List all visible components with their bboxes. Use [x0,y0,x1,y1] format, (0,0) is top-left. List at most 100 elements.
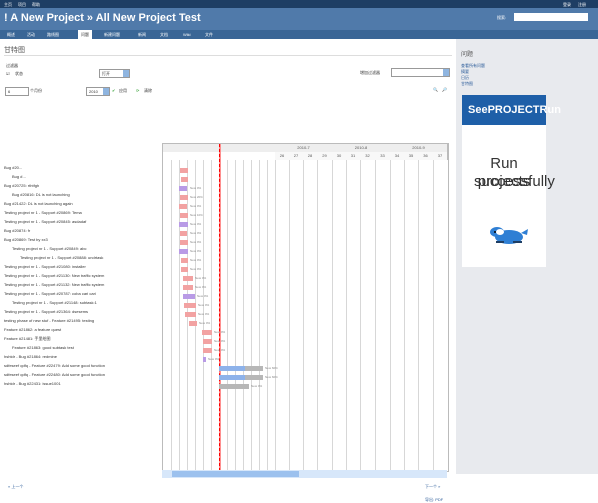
gantt-bar[interactable] [180,240,188,245]
gantt-bar[interactable] [181,267,188,272]
gantt-row[interactable]: Feature #21863: good subtask test [4,344,74,352]
gantt-bar[interactable] [185,312,196,317]
advertisement[interactable]: SeePROJECTRun Run projects successfully [462,95,561,267]
gantt-bar-remaining[interactable] [245,375,263,380]
tab-issues[interactable]: 问题 [78,30,92,39]
zoom-out-icon[interactable]: 🔎 [442,87,447,92]
gantt-row[interactable]: Feature #21481: 手里绘图 [4,335,50,343]
sidebar-link[interactable]: 甘特图 [461,81,473,87]
gantt-row[interactable]: testing phase of new stuf - Feature #214… [4,317,94,325]
gantt-row[interactable]: sdfeseef qdfq - Feature #22480: Add some… [4,371,105,379]
gantt-bar[interactable] [179,249,188,254]
day-header: 27 [289,152,304,160]
gantt-bar[interactable] [189,321,197,326]
prev-link[interactable]: « 上一个 [8,484,23,490]
export-pdf-link[interactable]: 导出: PDF [425,497,443,503]
tab-files[interactable]: 文件 [202,30,216,39]
months-label: 个月份 [30,88,42,93]
gantt-bar[interactable] [219,366,245,371]
gantt-bar[interactable] [203,357,206,362]
month-header: 2010-8 [332,144,391,152]
grid-line [171,160,172,471]
gantt-row[interactable]: Bug #20816: DL is not launching [4,191,70,199]
tab-overview[interactable]: 概述 [4,30,18,39]
months-input[interactable]: 6 [5,87,29,96]
apply-button[interactable]: 应用 [119,88,127,94]
gantt-bar[interactable] [179,186,187,191]
gantt-row[interactable]: sdfeseef qdfq - Feature #22479: Add some… [4,362,105,370]
status-checkbox[interactable]: ☑ [6,71,10,76]
gantt-row[interactable]: Testing project nr 1 - Support #21080: i… [4,263,86,271]
gantt-row[interactable]: Testing project nr 1 - Support #20787: c… [4,290,96,298]
gantt-row[interactable]: Bug #20874: fr [4,227,30,235]
gantt-bar[interactable] [180,168,188,173]
gantt-bar[interactable] [203,339,212,344]
grid-line [227,160,228,471]
bar-label: New 0% [190,258,202,262]
gantt-bar[interactable] [180,231,187,236]
gantt-bar[interactable] [180,195,188,200]
gantt-bar[interactable] [179,204,187,209]
gantt-bar[interactable] [219,375,245,380]
gantt-row[interactable]: Testing project nr 1 - Support #20888: u… [4,254,103,262]
gantt-row[interactable]: Bug #... [4,173,26,181]
tab-wiki[interactable]: Wiki [180,30,194,39]
gantt-row[interactable]: Testing project nr 1 - Support #21130: N… [4,272,104,280]
gantt-row[interactable]: Testing project nr 1 - Support #20849: a… [4,245,87,253]
grid-line [275,160,276,471]
grid-line [360,160,361,471]
gantt-row[interactable]: Testing project nr 1 - Support #21148: s… [4,299,97,307]
bar-label: New 0% [190,249,202,253]
next-link[interactable]: 下一个 » [425,484,440,490]
clear-icon[interactable]: ⟳ [136,88,139,93]
tab-roadmap[interactable]: 路线图 [44,30,62,39]
scrollbar-thumb[interactable] [172,471,299,477]
gantt-row[interactable]: Testing project nr 1 - Support #21364: d… [4,308,88,316]
add-filter-label: 增加过滤器 [360,70,380,75]
search-input[interactable] [514,13,588,21]
gantt-row[interactable]: hshtdr - Bug #22431: issue1001 [4,380,61,388]
gantt-row[interactable]: Bug #21422: DL is not launching again [4,200,73,208]
gantt-bar[interactable] [203,348,212,353]
gantt-bar[interactable] [181,177,188,182]
zoom-in-icon[interactable]: 🔍 [433,87,438,92]
gantt-row[interactable]: Testing project nr 1 - Support #20869: T… [4,209,82,217]
year-select[interactable]: 2010 [86,87,110,96]
today-line [219,144,221,471]
gantt-row[interactable]: Feature #21862: a feature quest [4,326,61,334]
gantt-bar[interactable] [180,213,188,218]
grid-line [303,160,304,471]
gantt-bar-remaining[interactable] [245,366,263,371]
tab-activity[interactable]: 活动 [24,30,38,39]
status-select[interactable]: 打开 [99,69,130,78]
gantt-row[interactable]: Bug #20725: rthtfgh [4,182,39,190]
tab-news[interactable]: 新闻 [135,30,149,39]
apply-check-icon[interactable]: ✔ [112,88,115,93]
gantt-row[interactable]: Bug #20869: Test by xx3 [4,236,48,244]
gantt-subjects: Bug #20... Bug #... Bug #20725: rthtfgh … [4,143,162,470]
gantt-row[interactable]: Bug #20... [4,164,22,172]
gantt-scrollbar[interactable] [162,470,447,478]
gantt-row[interactable]: Testing project nr 1 - Support #21132: N… [4,281,104,289]
gantt-row[interactable]: Testing project nr 1 - Support #20845: a… [4,218,86,226]
gantt-bar[interactable] [181,258,188,263]
bar-label: New 10% [190,213,203,217]
add-filter-select[interactable] [391,68,450,77]
gantt-chart: 2010-7 2010-8 2010-9 26 27 28 29 30 31 3… [162,143,449,472]
tab-new-issue[interactable]: 新建问题 [101,30,123,39]
tab-documents[interactable]: 文档 [157,30,171,39]
gantt-bar[interactable] [183,294,195,299]
gantt-bar[interactable] [183,276,193,281]
gantt-bar[interactable] [183,285,193,290]
grid-line [375,160,376,471]
gantt-bar[interactable] [184,303,196,308]
grid-line [235,160,236,471]
clear-button[interactable]: 清除 [144,88,152,94]
day-header: 35 [404,152,419,160]
gantt-bar[interactable] [202,330,212,335]
top-bar: 主页 项目 帮助 登录 注册 [0,0,598,8]
gantt-row[interactable]: hshtdr - Bug #21864: redmine [4,353,57,361]
gantt-bar[interactable] [219,384,249,389]
gantt-bar[interactable] [179,222,188,227]
bar-label: New 0% [195,276,207,280]
